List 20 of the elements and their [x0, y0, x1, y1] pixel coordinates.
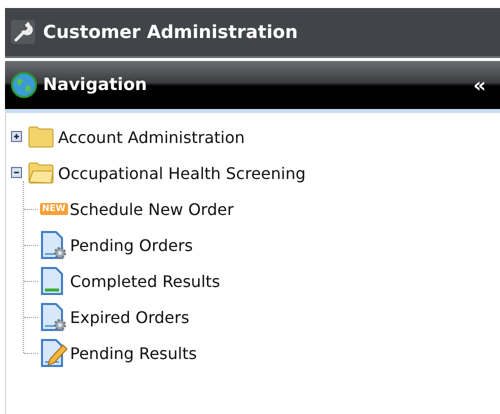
document-gear-icon [40, 230, 68, 260]
tree-item[interactable]: Expired Orders [70, 308, 190, 326]
folder-icon [28, 126, 54, 148]
tree-folder[interactable]: Account Administration [58, 128, 245, 146]
collapse-button[interactable]: « [473, 73, 486, 97]
header-title: Customer Administration [43, 22, 298, 42]
tree-item[interactable]: Pending Orders [70, 236, 193, 254]
navigation-title: Navigation [43, 75, 148, 95]
document-pencil-icon [40, 338, 68, 368]
tree-item[interactable]: Pending Results [70, 344, 197, 362]
globe-icon [11, 72, 37, 98]
open-folder-icon [28, 162, 54, 184]
wrench-icon [11, 20, 35, 44]
tree-item[interactable]: Schedule New Order [70, 200, 234, 218]
tree-folder[interactable]: Occupational Health Screening [58, 164, 306, 182]
document-gear-icon [40, 302, 68, 332]
expand-toggle[interactable] [11, 130, 24, 144]
tree-item[interactable]: Completed Results [70, 272, 220, 290]
new-badge: NEW [40, 203, 68, 215]
expand-toggle[interactable] [11, 166, 24, 180]
